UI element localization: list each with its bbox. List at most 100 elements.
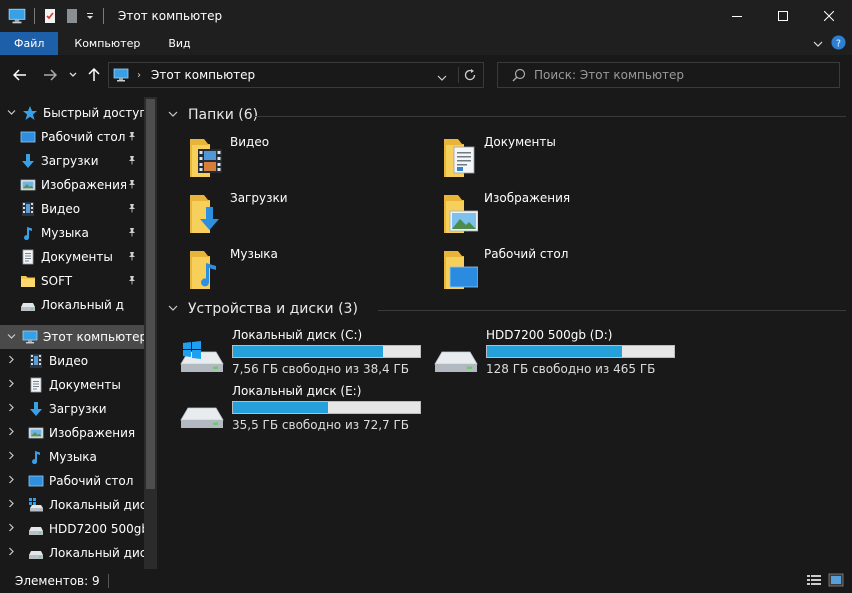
star-icon: [22, 105, 38, 121]
folder-label: Изображения: [484, 191, 571, 205]
nav-item[interactable]: Рабочий стол: [0, 469, 144, 493]
up-button[interactable]: [86, 65, 102, 85]
up-arrow-icon: [88, 68, 100, 81]
expand-chevron-right-icon[interactable]: [4, 403, 18, 415]
nav-item[interactable]: Локальный дис: [0, 541, 144, 565]
help-icon[interactable]: ?: [831, 35, 846, 53]
pictures-icon: [28, 425, 44, 441]
address-bar[interactable]: › Этот компьютер: [108, 62, 484, 88]
nav-item[interactable]: Изображения: [0, 173, 144, 197]
nav-item[interactable]: Рабочий стол: [0, 125, 144, 149]
expand-chevron-right-icon[interactable]: [4, 523, 18, 535]
window-controls: [714, 0, 852, 32]
folder-label: Загрузки: [230, 191, 288, 205]
properties-icon[interactable]: [41, 7, 59, 25]
folder-item-desktop[interactable]: Рабочий стол: [438, 245, 568, 293]
nav-item-label: Локальный дис: [49, 546, 144, 560]
nav-item-label: Этот компьютер: [43, 330, 144, 344]
drive-free-space: 128 ГБ свободно из 465 ГБ: [486, 362, 656, 376]
close-button[interactable]: [806, 0, 852, 32]
drives-group-header[interactable]: Устройства и диски (3): [168, 301, 358, 317]
expand-chevron-down-icon[interactable]: [4, 108, 18, 119]
title-bar: Этот компьютер: [0, 0, 852, 32]
tab-view[interactable]: Вид: [154, 32, 204, 55]
back-button[interactable]: [10, 65, 30, 85]
expand-chevron-right-icon[interactable]: [4, 451, 18, 463]
drive-usage-fill: [233, 402, 329, 413]
pin-icon: [126, 251, 138, 264]
nav-scrollbar[interactable]: [144, 97, 157, 569]
tab-computer[interactable]: Компьютер: [58, 32, 154, 55]
nav-item[interactable]: Этот компьютер: [0, 325, 144, 349]
nav-item[interactable]: Музыка: [0, 221, 144, 245]
drive-name: Локальный диск (C:): [232, 328, 363, 342]
expand-chevron-right-icon[interactable]: [4, 475, 18, 487]
nav-item[interactable]: Изображения: [0, 421, 144, 445]
expand-chevron-right-icon[interactable]: [4, 355, 18, 367]
expand-chevron-right-icon[interactable]: [4, 547, 18, 559]
nav-item[interactable]: Видео: [0, 349, 144, 373]
nav-item-label: Изображения: [41, 178, 126, 192]
nav-item[interactable]: Локальный дис: [0, 493, 144, 517]
large-icons-view-icon[interactable]: [828, 573, 844, 590]
windows-drive-icon: [28, 497, 44, 513]
nav-item[interactable]: Документы: [0, 245, 144, 269]
content-pane: Папки (6) Видео Документы Загрузки Изобр…: [160, 97, 852, 569]
nav-item-label: Локальный д: [41, 298, 124, 312]
drive-item-e[interactable]: Локальный диск (E:) 35,5 ГБ свободно из …: [180, 384, 430, 432]
maximize-icon: [778, 11, 788, 21]
nav-item[interactable]: Документы: [0, 373, 144, 397]
drive-icon: [28, 521, 44, 537]
forward-button[interactable]: [40, 65, 60, 85]
nav-item-label: Рабочий стол: [49, 474, 134, 488]
expand-ribbon-chevron-icon[interactable]: [813, 37, 823, 51]
minimize-button[interactable]: [714, 0, 760, 32]
drive-icon: [180, 392, 224, 432]
folders-group-header[interactable]: Папки (6): [168, 107, 258, 123]
recent-locations-button[interactable]: [66, 65, 80, 85]
folder-item-pictures[interactable]: Изображения: [438, 189, 570, 237]
expand-chevron-right-icon[interactable]: [4, 379, 18, 391]
folder-item-music[interactable]: Музыка: [184, 245, 278, 293]
nav-item-label: Изображения: [49, 426, 136, 440]
computer-icon[interactable]: [8, 7, 26, 25]
drive-free-space: 35,5 ГБ свободно из 72,7 ГБ: [232, 418, 410, 432]
nav-item-label: Локальный дис: [49, 498, 144, 512]
expand-chevron-down-icon[interactable]: [4, 332, 18, 343]
address-history-chevron-icon[interactable]: [437, 71, 447, 85]
pin-icon: [126, 275, 138, 288]
pin-icon: [126, 203, 138, 216]
folder-item-video[interactable]: Видео: [184, 133, 269, 181]
folder-item-downloads[interactable]: Загрузки: [184, 189, 288, 237]
ribbon-controls: ?: [813, 35, 846, 53]
minimize-icon: [732, 16, 742, 17]
music-folder-icon: [184, 245, 216, 293]
expand-chevron-right-icon[interactable]: [4, 499, 18, 511]
nav-item[interactable]: Локальный д: [0, 293, 144, 317]
tab-file[interactable]: Файл: [0, 32, 59, 55]
new-folder-icon[interactable]: [63, 7, 81, 25]
drive-item-d[interactable]: HDD7200 500gb (D:) 128 ГБ свободно из 46…: [434, 328, 684, 376]
nav-item[interactable]: Загрузки: [0, 397, 144, 421]
nav-scrollbar-thumb[interactable]: [146, 99, 155, 489]
nav-item[interactable]: Загрузки: [0, 149, 144, 173]
nav-item[interactable]: Музыка: [0, 445, 144, 469]
breadcrumb-separator-icon[interactable]: ›: [137, 70, 141, 81]
breadcrumb[interactable]: Этот компьютер: [151, 68, 255, 82]
nav-item[interactable]: SOFT: [0, 269, 144, 293]
folders-group-title: Папки (6): [188, 107, 259, 123]
video-icon: [28, 353, 44, 369]
details-view-icon[interactable]: [806, 573, 822, 590]
drive-item-c[interactable]: Локальный диск (C:) 7,56 ГБ свободно из …: [180, 328, 430, 376]
expand-chevron-right-icon[interactable]: [4, 427, 18, 439]
nav-item[interactable]: Быстрый доступ: [0, 101, 144, 125]
search-input[interactable]: [534, 68, 824, 82]
drive-icon: [434, 336, 478, 376]
refresh-icon[interactable]: [463, 68, 477, 85]
nav-item[interactable]: Видео: [0, 197, 144, 221]
maximize-button[interactable]: [760, 0, 806, 32]
customize-toolbar-chevron-icon[interactable]: [85, 7, 95, 25]
nav-item[interactable]: HDD7200 500gb: [0, 517, 144, 541]
back-arrow-icon: [13, 69, 26, 81]
folder-item-documents[interactable]: Документы: [438, 133, 556, 181]
